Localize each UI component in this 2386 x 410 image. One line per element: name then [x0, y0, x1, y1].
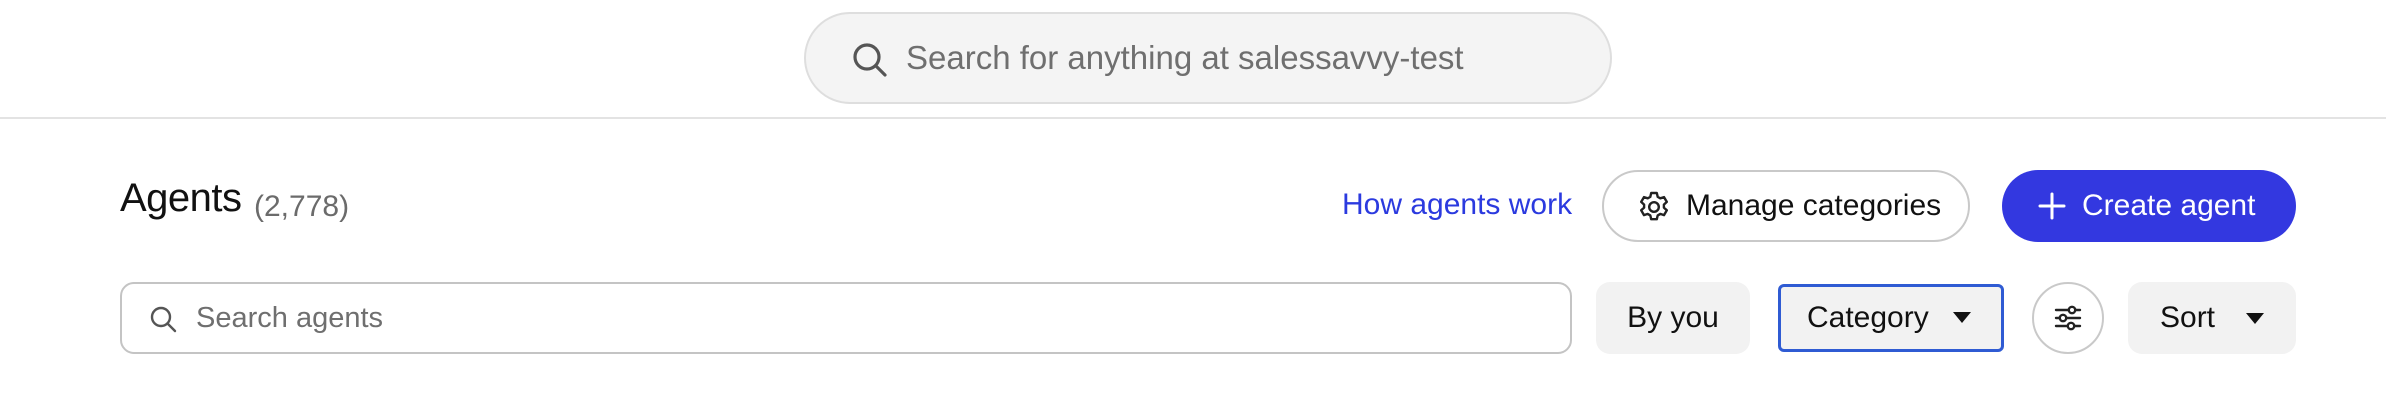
- caret-down-icon: [2246, 312, 2264, 324]
- global-search-input[interactable]: Search for anything at salessavvy-test: [804, 12, 1612, 104]
- caret-down-icon: [1953, 311, 1971, 323]
- agent-search-input[interactable]: Search agents: [120, 282, 1572, 354]
- search-icon: [148, 304, 178, 334]
- manage-categories-button[interactable]: Manage categories: [1602, 170, 1970, 242]
- sliders-icon: [2053, 303, 2083, 333]
- sort-dropdown[interactable]: Sort: [2128, 282, 2296, 354]
- sort-label: Sort: [2160, 301, 2216, 334]
- gear-icon: [1637, 190, 1671, 224]
- filter-settings-button[interactable]: [2032, 282, 2104, 354]
- page-title: Agents: [120, 176, 242, 220]
- agent-search-placeholder: Search agents: [196, 302, 384, 334]
- create-agent-label: Create agent: [2082, 189, 2256, 222]
- plus-icon: [2038, 192, 2066, 220]
- top-bar: Search for anything at salessavvy-test: [0, 0, 2386, 119]
- agent-count: (2,778): [254, 190, 350, 223]
- manage-categories-label: Manage categories: [1686, 189, 1942, 222]
- by-you-label: By you: [1627, 301, 1719, 334]
- global-search-placeholder: Search for anything at salessavvy-test: [906, 39, 1464, 76]
- search-icon: [848, 38, 892, 82]
- how-agents-work-link[interactable]: How agents work: [1342, 188, 1572, 222]
- category-label: Category: [1807, 301, 1929, 334]
- category-dropdown[interactable]: Category: [1778, 284, 2004, 352]
- by-you-filter-button[interactable]: By you: [1596, 282, 1750, 354]
- create-agent-button[interactable]: Create agent: [2002, 170, 2296, 242]
